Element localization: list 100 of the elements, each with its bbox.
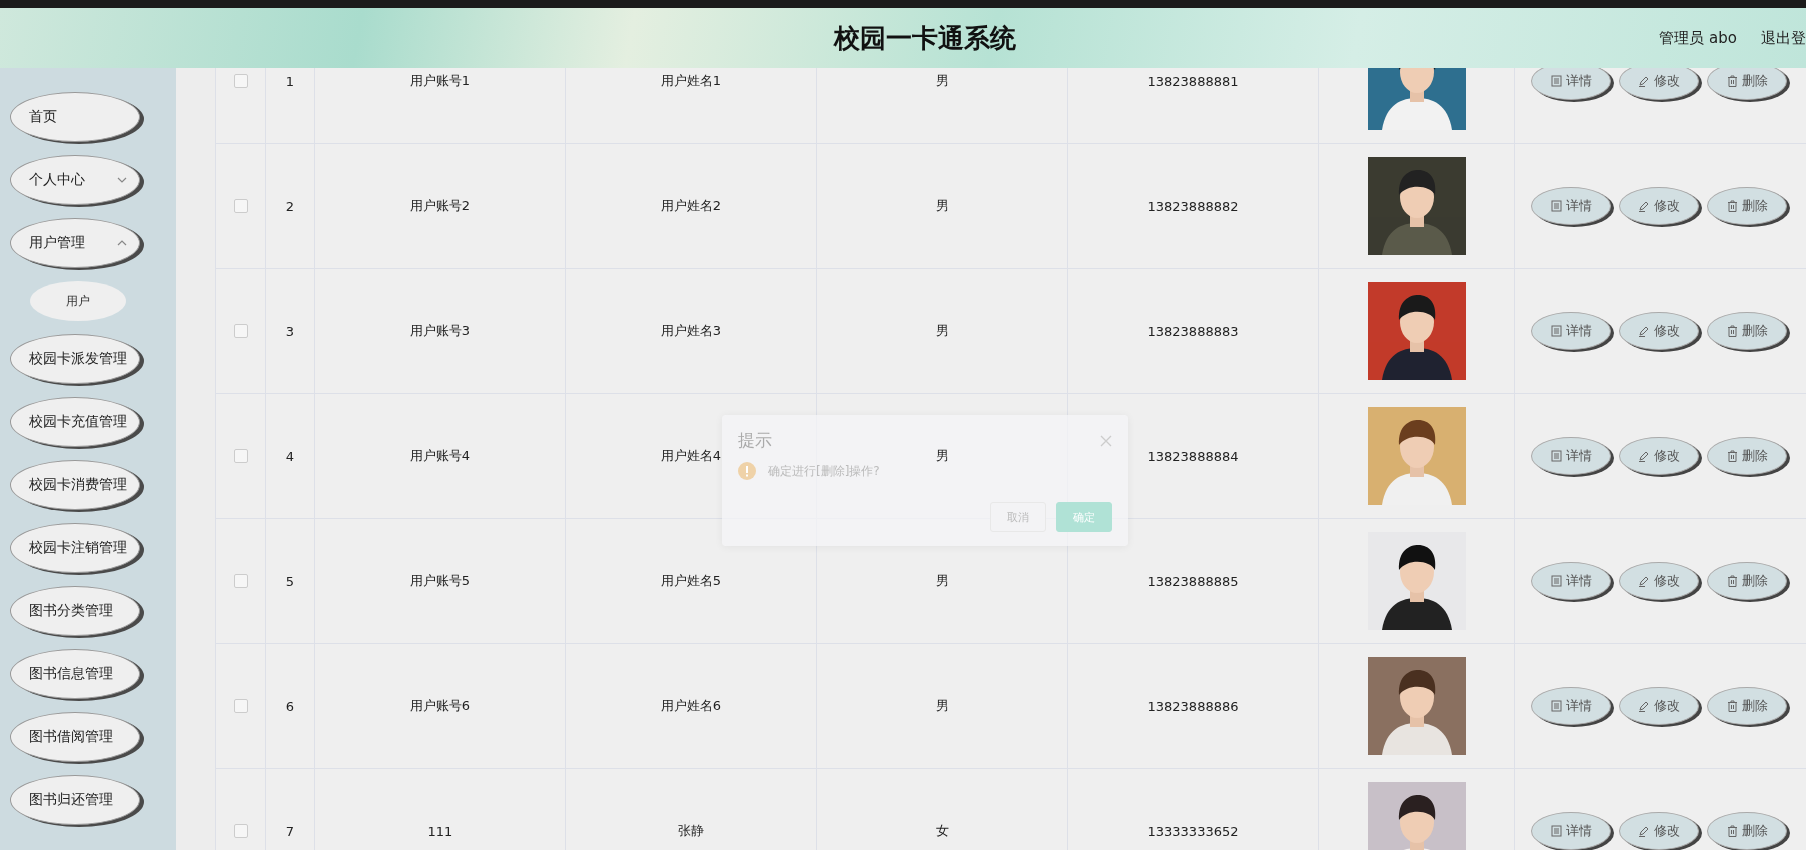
- menu-item[interactable]: 图书借阅管理: [10, 712, 140, 762]
- app-title: 校园一卡通系统: [832, 21, 1017, 55]
- chevron-icon: [117, 177, 127, 183]
- menu-item[interactable]: 首页: [10, 92, 140, 142]
- table-cell: 13823888886: [1147, 698, 1239, 714]
- menu-item[interactable]: 用户管理: [10, 218, 140, 268]
- row-checkbox[interactable]: [233, 199, 248, 213]
- action-button[interactable]: 删除: [1707, 312, 1787, 350]
- menu-item[interactable]: 图书信息管理: [10, 649, 140, 699]
- action-button[interactable]: 删除: [1707, 437, 1787, 475]
- table-cell: 6: [285, 698, 295, 714]
- pencil-icon: [1638, 575, 1650, 587]
- table-cell: 3: [285, 323, 295, 339]
- document-icon: [1550, 700, 1562, 712]
- action-button[interactable]: 详情: [1531, 312, 1611, 350]
- table-cell: 男: [935, 447, 949, 465]
- menu-item[interactable]: 校园卡消费管理: [10, 460, 140, 510]
- table-cell: 7: [285, 823, 295, 839]
- row-checkbox[interactable]: [233, 699, 248, 713]
- document-icon: [1550, 575, 1562, 587]
- menu-item[interactable]: 个人中心: [10, 155, 140, 205]
- row-checkbox[interactable]: [233, 574, 248, 588]
- action-button[interactable]: 删除: [1707, 562, 1787, 600]
- trash-icon: [1726, 450, 1738, 462]
- trash-icon: [1726, 700, 1738, 712]
- table-cell: 用户账号2: [409, 197, 471, 215]
- row-checkbox[interactable]: [233, 824, 248, 838]
- trash-icon: [1726, 575, 1738, 587]
- menu-item[interactable]: 校园卡充值管理: [10, 397, 140, 447]
- table-cell: 用户姓名1: [660, 72, 722, 90]
- menu-item[interactable]: 校园卡注销管理: [10, 523, 140, 573]
- pencil-icon: [1638, 325, 1650, 337]
- table-cell: 张静: [678, 822, 704, 840]
- table-cell: 5: [285, 573, 295, 589]
- action-button[interactable]: 删除: [1707, 812, 1787, 850]
- action-button[interactable]: 修改: [1619, 687, 1699, 725]
- document-icon: [1550, 75, 1562, 87]
- trash-icon: [1726, 200, 1738, 212]
- table-cell: 用户姓名3: [660, 322, 722, 340]
- menu-item[interactable]: 图书归还管理: [10, 775, 140, 825]
- table-cell: 用户姓名5: [660, 572, 722, 590]
- row-checkbox[interactable]: [233, 324, 248, 338]
- table-cell: 用户姓名4: [660, 447, 722, 465]
- table-cell: 用户账号3: [409, 322, 471, 340]
- trash-icon: [1726, 325, 1738, 337]
- table-cell: 用户账号4: [409, 447, 471, 465]
- table-cell: 2: [285, 198, 295, 214]
- submenu-item[interactable]: 用户: [30, 281, 126, 321]
- document-icon: [1550, 825, 1562, 837]
- table-cell: 13823888884: [1147, 448, 1239, 464]
- document-icon: [1550, 325, 1562, 337]
- trash-icon: [1726, 825, 1738, 837]
- action-button[interactable]: 修改: [1619, 562, 1699, 600]
- table-cell: 13823888881: [1147, 73, 1239, 89]
- table-cell: 男: [935, 322, 949, 340]
- table-cell: 111: [427, 823, 453, 839]
- action-button[interactable]: 详情: [1531, 562, 1611, 600]
- menu-item[interactable]: 校园卡派发管理: [10, 334, 140, 384]
- document-icon: [1550, 200, 1562, 212]
- action-button[interactable]: 修改: [1619, 812, 1699, 850]
- pencil-icon: [1638, 75, 1650, 87]
- table-cell: 13333333652: [1147, 823, 1239, 839]
- table-cell: 用户账号6: [409, 697, 471, 715]
- trash-icon: [1726, 75, 1738, 87]
- action-button[interactable]: 修改: [1619, 312, 1699, 350]
- dialog-title: 提示: [738, 429, 772, 452]
- table-cell: 男: [935, 197, 949, 215]
- action-button[interactable]: 删除: [1707, 187, 1787, 225]
- table-cell: 1: [285, 73, 295, 89]
- action-button[interactable]: 详情: [1531, 812, 1611, 850]
- action-button[interactable]: 修改: [1619, 68, 1699, 100]
- table-cell: 用户姓名2: [660, 197, 722, 215]
- action-button[interactable]: 详情: [1531, 437, 1611, 475]
- pencil-icon: [1638, 200, 1650, 212]
- table-cell: 4: [285, 448, 295, 464]
- table-cell: 用户账号1: [409, 72, 471, 90]
- action-button[interactable]: 删除: [1707, 68, 1787, 100]
- action-button[interactable]: 删除: [1707, 687, 1787, 725]
- row-checkbox[interactable]: [233, 449, 248, 463]
- action-button[interactable]: 修改: [1619, 187, 1699, 225]
- pencil-icon: [1638, 450, 1650, 462]
- table-cell: 女: [935, 822, 949, 840]
- row-checkbox[interactable]: [233, 74, 248, 88]
- action-button[interactable]: 修改: [1619, 437, 1699, 475]
- table-cell: 13823888882: [1147, 198, 1239, 214]
- close-icon[interactable]: [1100, 434, 1112, 447]
- table-cell: 男: [935, 572, 949, 590]
- table-cell: 男: [935, 72, 949, 90]
- table-cell: 13823888883: [1147, 323, 1239, 339]
- warning-icon: [738, 462, 756, 480]
- action-button[interactable]: 详情: [1531, 68, 1611, 100]
- logout-link[interactable]: 退出登: [1761, 28, 1806, 48]
- action-button[interactable]: 详情: [1531, 187, 1611, 225]
- document-icon: [1550, 450, 1562, 462]
- menu-item[interactable]: 图书分类管理: [10, 586, 140, 636]
- pencil-icon: [1638, 825, 1650, 837]
- action-button[interactable]: 详情: [1531, 687, 1611, 725]
- pencil-icon: [1638, 700, 1650, 712]
- table-cell: 用户账号5: [409, 572, 471, 590]
- admin-label: 管理员 abo: [1659, 28, 1737, 48]
